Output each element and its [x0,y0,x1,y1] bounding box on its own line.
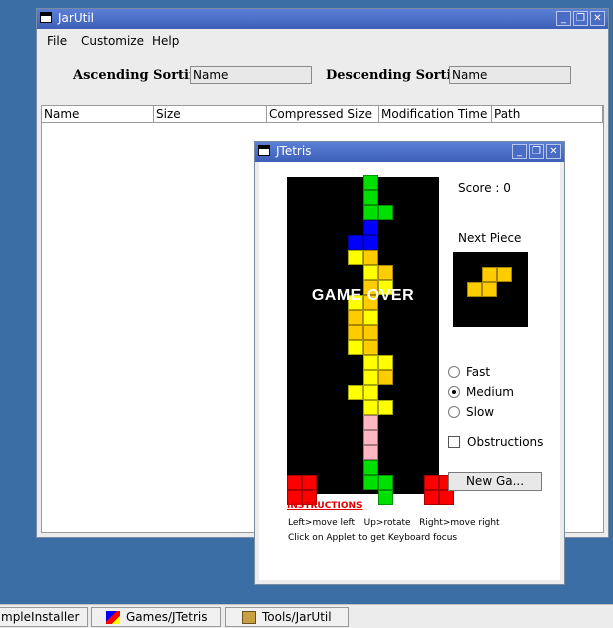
tetris-block [363,265,378,280]
column-header-name[interactable]: Name [42,106,154,123]
speed-fast-radio[interactable] [448,366,460,378]
tetris-block [378,205,394,220]
restore-icon[interactable]: ❐ [573,11,588,26]
taskbar-item-installer[interactable]: mpleInstaller [0,607,88,627]
taskbar-item-jtetris[interactable]: Games/JTetris [91,607,221,627]
tetris-block [363,430,378,445]
window-icon [258,145,270,156]
speed-fast-label[interactable]: Fast [466,365,490,379]
tetris-block [378,475,394,490]
minimize-icon[interactable]: _ [556,11,571,26]
jarutil-title: JarUtil [58,11,94,25]
column-header-size[interactable]: Size [154,106,267,123]
obstructions-label[interactable]: Obstructions [467,435,543,449]
tetris-block [363,370,378,385]
tetris-block [363,325,378,340]
taskbar: mpleInstaller Games/JTetris Tools/JarUti… [0,604,613,628]
obstructions-checkbox[interactable] [448,436,460,448]
new-game-button[interactable]: New Ga... [448,472,542,491]
tetris-block [363,235,378,250]
tetris-block [363,310,378,325]
tetris-block [378,265,394,280]
column-header-path[interactable]: Path [492,106,603,123]
tetris-block [363,355,378,370]
jar-app-icon [242,611,256,624]
next-piece-preview [453,252,528,327]
close-icon[interactable]: ✕ [590,11,605,26]
descending-sorting-field[interactable]: Name [449,66,571,84]
speed-medium-radio[interactable] [448,386,460,398]
tetris-block [347,235,363,250]
menu-customize[interactable]: Customize [81,34,144,48]
tetris-block [439,490,454,505]
tetris-block [347,250,363,265]
tetris-block [363,190,378,205]
tetris-block [363,475,378,490]
tetris-block [423,490,439,505]
tetris-board[interactable]: GAME OVER [287,175,454,505]
instructions-line-1: Left>move left Up>rotate Right>move righ… [288,518,500,528]
taskbar-item-jarutil[interactable]: Tools/JarUtil [225,607,349,627]
restore-icon[interactable]: ❐ [529,144,544,159]
tetris-block [378,400,394,415]
instructions-title: INSTRUCTIONS [287,501,363,511]
tetris-block [363,175,378,190]
ascending-sorting-field[interactable]: Name [190,66,312,84]
tetris-block [378,355,394,370]
game-over-text: GAME OVER [311,287,415,304]
jarutil-menubar: File Customize Help [37,29,608,52]
tetris-block [378,370,394,385]
jarutil-titlebar[interactable]: JarUtil _ ❐ ✕ [37,9,608,29]
menu-file[interactable]: File [47,34,67,48]
tetris-block [347,340,363,355]
next-piece-block [482,282,497,297]
window-icon [40,12,52,23]
minimize-icon[interactable]: _ [512,144,527,159]
tetris-block [363,445,378,460]
next-piece-block [497,267,512,282]
next-piece-label: Next Piece [458,231,522,245]
speed-slow-label[interactable]: Slow [466,405,494,419]
tetris-app-icon [106,611,120,624]
tetris-block [363,385,378,400]
tetris-block [363,250,378,265]
tetris-block [347,385,363,400]
column-header-modification-time[interactable]: Modification Time [379,106,492,123]
ascending-sorting-label: Ascending Sorting [73,68,208,83]
jtetris-title: JTetris [276,144,312,158]
tetris-block [363,220,378,235]
next-piece-block [467,282,482,297]
instructions-line-2: Click on Applet to get Keyboard focus [288,533,458,543]
taskbar-item-label: mpleInstaller [1,610,80,624]
column-header-compressed-size[interactable]: Compressed Size [267,106,379,123]
tetris-block [363,205,378,220]
close-icon[interactable]: ✕ [546,144,561,159]
tetris-block [287,475,302,490]
tetris-block [363,340,378,355]
tetris-block [378,490,394,505]
speed-slow-radio[interactable] [448,406,460,418]
tetris-block [363,400,378,415]
tetris-block [423,475,439,490]
tetris-block [363,415,378,430]
jtetris-window: JTetris _ ❐ ✕ GAME OVER Score : 0 Next P… [254,141,565,585]
tetris-block [363,460,378,475]
taskbar-item-label: Tools/JarUtil [262,610,332,624]
jtetris-titlebar[interactable]: JTetris _ ❐ ✕ [255,142,564,162]
taskbar-item-label: Games/JTetris [126,610,208,624]
speed-medium-label[interactable]: Medium [466,385,514,399]
score-text: Score : 0 [458,181,511,195]
tetris-block [347,310,363,325]
menu-help[interactable]: Help [152,34,179,48]
next-piece-block [482,267,497,282]
tetris-block [302,475,318,490]
tetris-block [347,325,363,340]
